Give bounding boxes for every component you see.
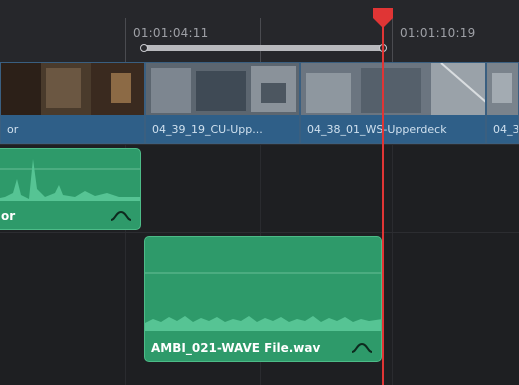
track-divider — [0, 144, 519, 145]
video-clip[interactable]: 04_39_19_CU-Upp... — [145, 62, 300, 144]
clip-thumbnail — [146, 63, 299, 115]
track-divider — [0, 232, 519, 233]
video-clip[interactable]: 04_3 — [486, 62, 519, 144]
video-clip[interactable]: 04_38_01_WS-Upperdeck — [300, 62, 486, 144]
volume-curve-icon[interactable] — [351, 341, 373, 355]
clip-thumbnail — [487, 63, 518, 115]
ruler-timecode: 01:01:10:19 — [400, 26, 476, 40]
audio-clip[interactable]: AMBI_021-WAVE File.wav — [144, 236, 382, 362]
video-clip-label: 04_39_19_CU-Upp... — [146, 115, 299, 143]
video-clip-label: 04_38_01_WS-Upperdeck — [301, 115, 485, 143]
clip-thumbnail — [301, 63, 485, 115]
timeline-ruler[interactable]: 01:01:04:11 01:01:10:19 — [0, 0, 519, 62]
volume-curve-icon[interactable] — [110, 209, 132, 223]
ruler-tick — [125, 18, 126, 62]
ruler-tick — [260, 18, 261, 62]
audio-clip-label: or — [1, 209, 16, 223]
ruler-timecode: 01:01:04:11 — [133, 26, 209, 40]
clip-thumbnail — [1, 63, 144, 115]
audio-clip-label: AMBI_021-WAVE File.wav — [151, 341, 321, 355]
in-out-range-bar[interactable] — [144, 45, 384, 51]
audio-clip[interactable]: or — [0, 148, 141, 230]
range-in-handle[interactable] — [140, 44, 148, 52]
video-clip-label: 04_3 — [487, 115, 518, 143]
video-clip[interactable]: or — [0, 62, 145, 144]
playhead-line[interactable] — [382, 12, 384, 385]
playhead-marker-icon[interactable] — [373, 8, 393, 28]
video-clip-label: or — [1, 115, 144, 143]
